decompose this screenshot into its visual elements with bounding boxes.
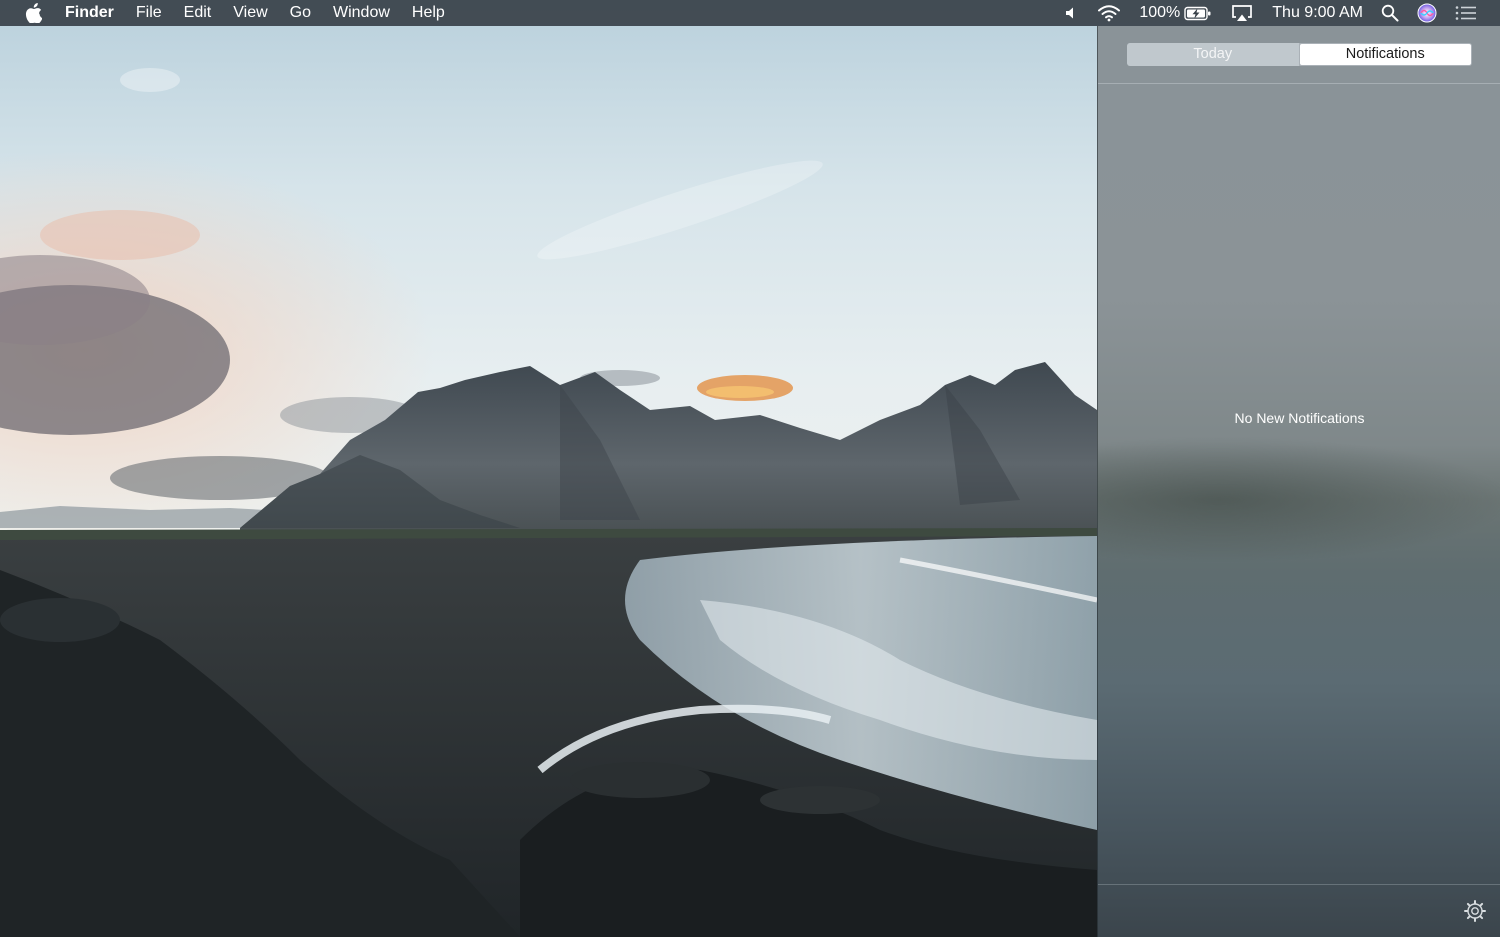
battery-charging-icon xyxy=(1184,6,1211,20)
wifi-icon[interactable] xyxy=(1088,0,1130,26)
clock[interactable]: Thu 9:00 AM xyxy=(1263,0,1372,26)
menu-help[interactable]: Help xyxy=(401,0,456,26)
desktop: Finder File Edit View Go Window Help 100… xyxy=(0,0,1500,937)
menu-bar-left: Finder File Edit View Go Window Help xyxy=(0,0,456,26)
gear-icon[interactable] xyxy=(1463,899,1487,923)
airplay-icon[interactable] xyxy=(1221,0,1263,26)
menu-app-name[interactable]: Finder xyxy=(54,0,125,26)
tab-notifications[interactable]: Notifications xyxy=(1299,44,1471,65)
battery-status[interactable]: 100% xyxy=(1130,0,1221,26)
menu-view[interactable]: View xyxy=(222,0,278,26)
notification-center-tabs: Today Notifications xyxy=(1127,43,1472,66)
menu-edit[interactable]: Edit xyxy=(173,0,223,26)
notification-center-header: Today Notifications xyxy=(1098,26,1500,84)
menu-go[interactable]: Go xyxy=(279,0,322,26)
battery-percent: 100% xyxy=(1139,4,1181,21)
search-icon[interactable] xyxy=(1372,0,1408,26)
menu-file[interactable]: File xyxy=(125,0,173,26)
apple-logo-icon[interactable] xyxy=(12,0,54,26)
menu-window[interactable]: Window xyxy=(322,0,401,26)
list-icon[interactable] xyxy=(1446,0,1486,26)
apple-logo-glyph xyxy=(25,3,42,23)
menu-bar-status: 100% Thu 9:00 AM xyxy=(1056,0,1500,26)
speaker-icon[interactable] xyxy=(1056,0,1088,26)
siri-icon[interactable] xyxy=(1408,0,1446,26)
no-notifications-message: No New Notifications xyxy=(1234,410,1365,426)
notification-center-panel: Today Notifications No New Notifications xyxy=(1097,26,1500,937)
tab-today[interactable]: Today xyxy=(1127,43,1299,66)
menu-bar: Finder File Edit View Go Window Help 100… xyxy=(0,0,1500,26)
notification-center-footer xyxy=(1098,884,1500,937)
